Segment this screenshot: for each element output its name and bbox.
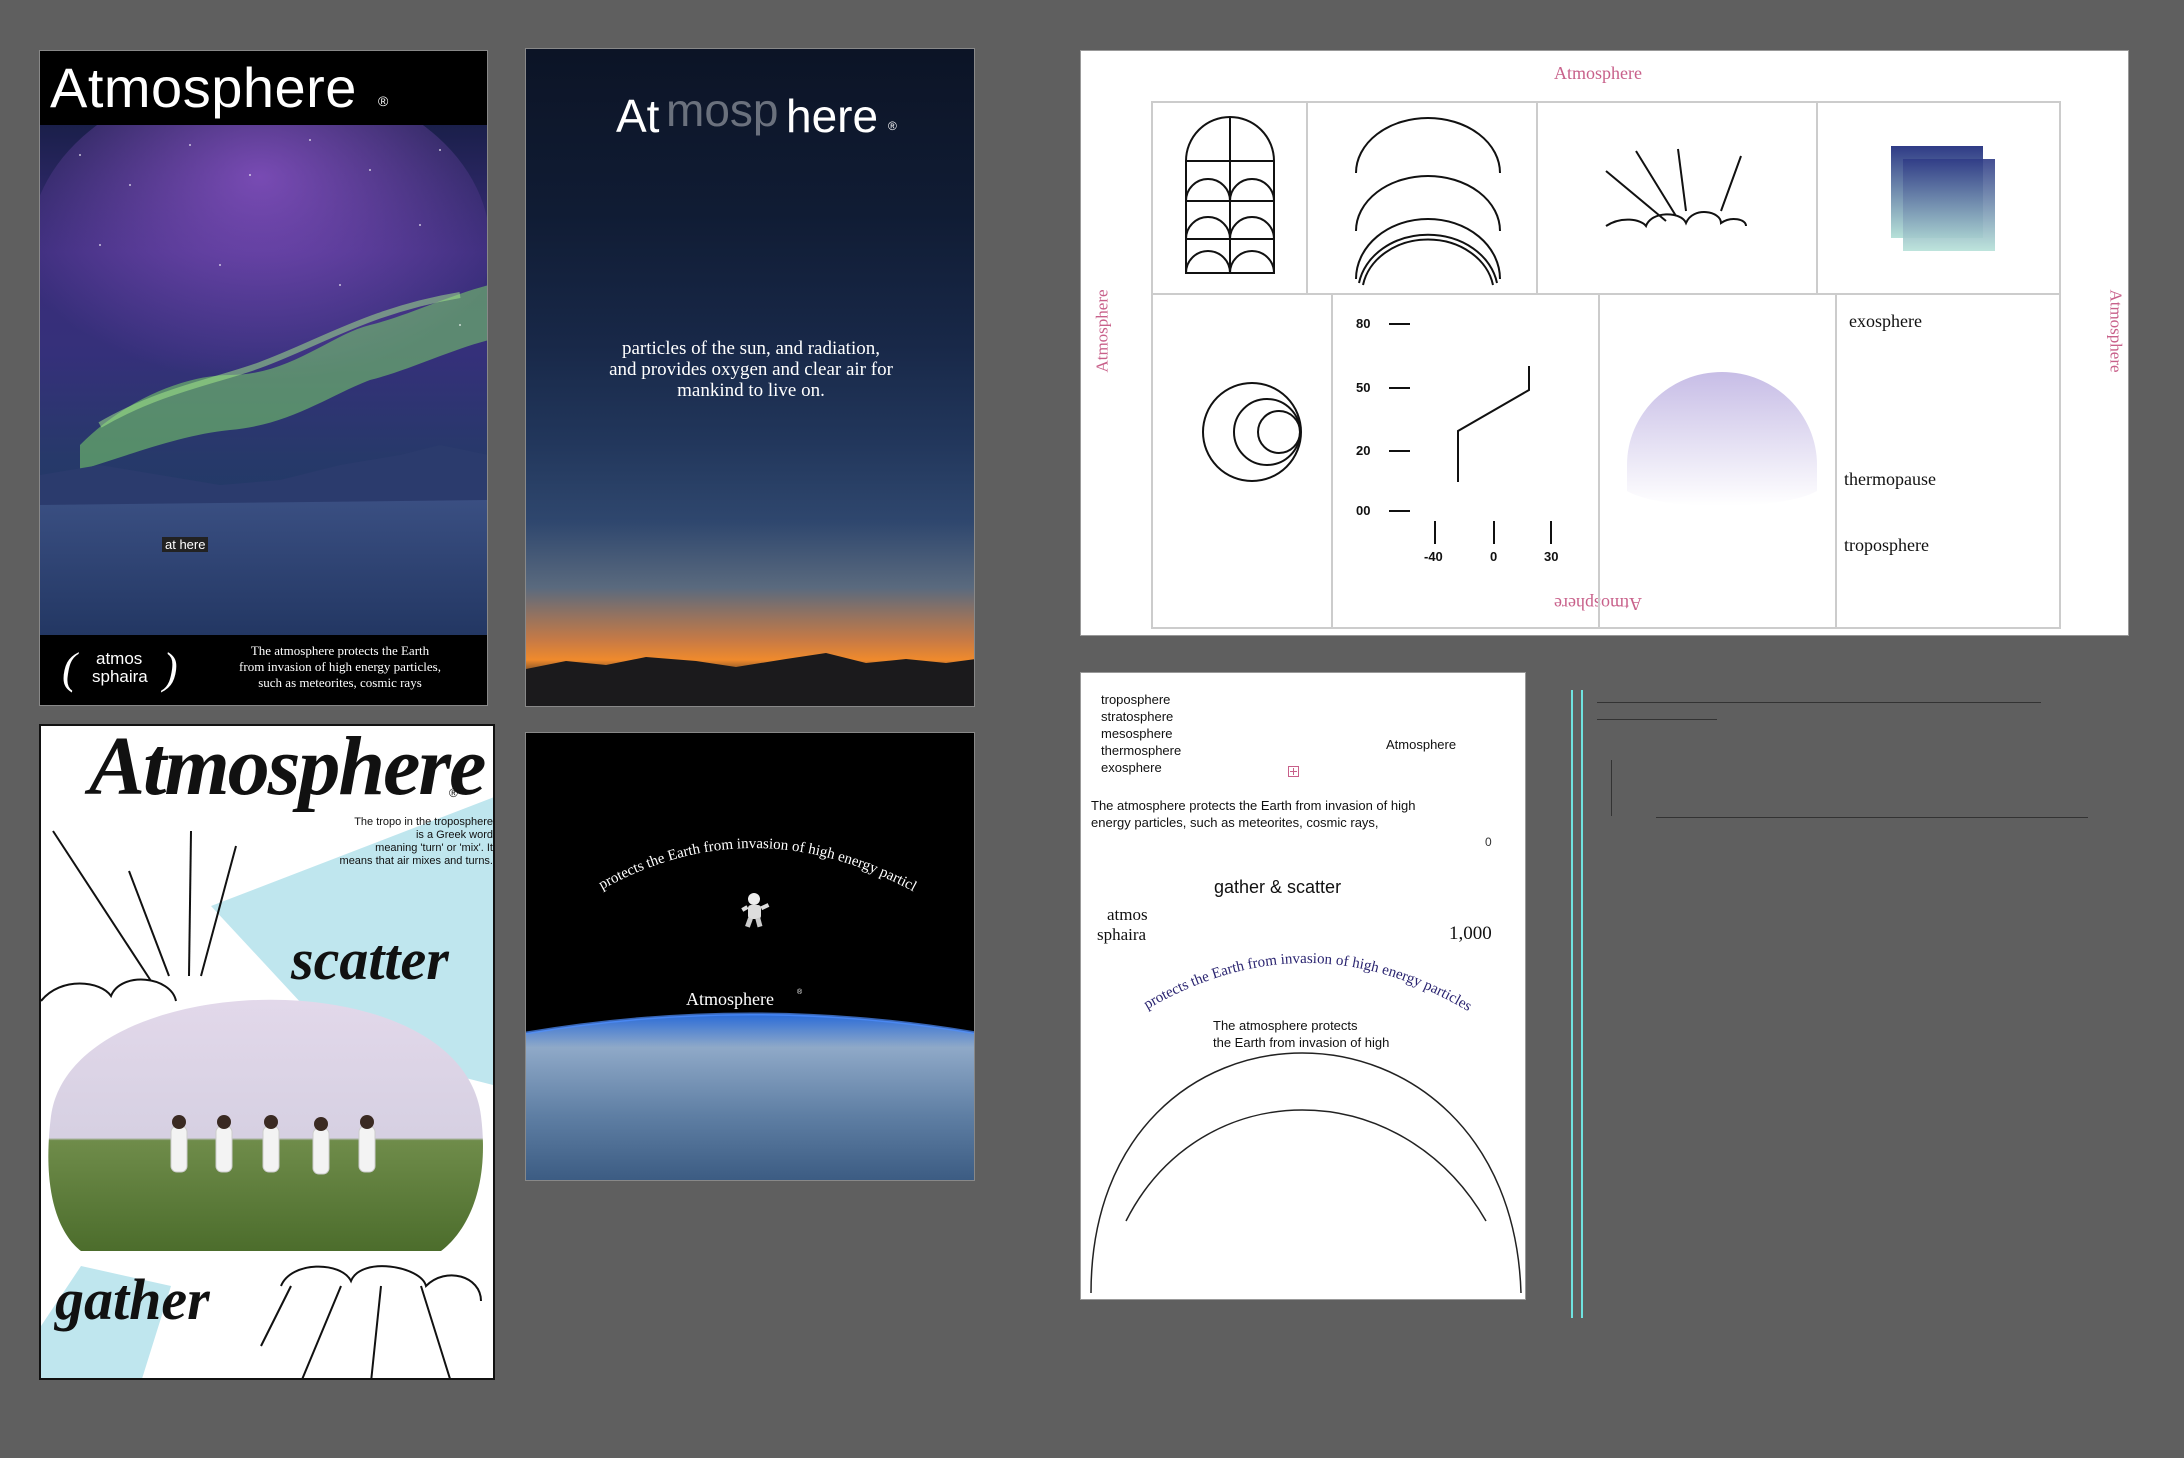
sunset-title-ghost: mosp <box>666 84 779 136</box>
body-line: such as meteorites, cosmic rays <box>258 675 422 690</box>
body-line: and provides oxygen and clear air for <box>609 359 893 380</box>
poster-space[interactable]: protects the Earth from invasion of high… <box>525 732 975 1181</box>
body-line: is a Greek word <box>415 829 493 841</box>
draft-graphics: protects the Earth from invasion of high… <box>1090 951 1522 1294</box>
sunset-body-text: particles of the sun, and radiation, and… <box>566 338 936 401</box>
poster-aurora-title: Atmosphere <box>50 56 357 119</box>
body-line: mankind to live on. <box>677 380 825 401</box>
gather-body-text: The tropo in the troposphere is a Greek … <box>271 816 493 868</box>
mountain-silhouette <box>526 653 974 706</box>
guide-line <box>1597 719 1717 720</box>
paren-close: ) <box>163 644 178 693</box>
registered-mark: ® <box>797 989 803 996</box>
sun-rays-cloud-icon <box>1605 148 1747 229</box>
canvas: { "colors": { "canvas_bg": "#5f5f5f", "p… <box>0 0 2184 1458</box>
guide-line <box>1597 702 2041 703</box>
sunset-title-here: here <box>786 90 879 142</box>
gather-word: gather <box>55 1267 210 1332</box>
registered-mark: ® <box>449 786 458 800</box>
layered-arcs-icon <box>1355 117 1501 286</box>
poster-aurora[interactable]: Atmosphere ® at here (atmos sphaira) T… <box>39 50 488 706</box>
icon-sheet-grid <box>1151 101 2061 629</box>
gather-poster-title: Atmosphere <box>89 724 486 813</box>
space-title: Atmosphere <box>686 989 774 1009</box>
body-line: The tropo in the troposphere <box>354 816 493 828</box>
space-arc-text: protects the Earth from invasion of high… <box>526 733 919 895</box>
aurora-illustration <box>40 125 487 635</box>
poster-aurora-header: Atmosphere ® <box>40 51 487 125</box>
altitude-chart-icon <box>1389 323 1552 544</box>
body-line: particles of the sun, and radiation, <box>621 338 880 359</box>
astronaut-icon <box>741 893 770 928</box>
body-line: The atmosphere protects <box>1213 1018 1358 1033</box>
layer-thermopause: thermopause <box>1844 469 1936 489</box>
aurora-body-text: The atmosphere protects the Earth from i… <box>200 643 480 691</box>
layer-exosphere: exosphere <box>1849 311 1922 331</box>
icon-sheet[interactable]: Atmosphere Atmosphere Atmosphere Atmosph… <box>1080 50 2129 636</box>
aurora-label: at here <box>162 537 209 552</box>
paren-open: ( <box>62 644 77 693</box>
layer-troposphere: troposphere <box>1844 535 1929 555</box>
body-line: means that air mixes and turns. <box>339 855 493 867</box>
draft-sheet[interactable]: troposphere stratosphere mesosphere ther… <box>1080 672 1526 1300</box>
arch-grid-icon <box>1185 116 1275 274</box>
poster-sunset[interactable]: At mosp here ® particles of the sun, and… <box>525 48 975 707</box>
gradient-dome-icon <box>1627 372 1817 506</box>
guide-line <box>1656 817 2088 818</box>
body-line: The atmosphere protects the Earth <box>250 643 430 658</box>
atmos-word: atmos <box>96 649 143 668</box>
poster-aurora-footer: ( atmos sphaira ) The atmosphere protect… <box>40 635 487 705</box>
registered-mark: ® <box>378 93 389 109</box>
body-line: meaning 'turn' or 'mix'. It <box>375 842 493 854</box>
aurora-photo: at here <box>40 125 487 635</box>
body-line: the Earth from invasion of high <box>1213 1035 1390 1050</box>
body-line: from invasion of high energy particles, <box>239 659 441 674</box>
nested-circles-icon <box>1202 382 1302 482</box>
registered-mark: ® <box>888 119 897 133</box>
sunset-title-at: At <box>616 90 660 142</box>
sphaira-word: sphaira <box>92 667 148 686</box>
scatter-word: scatter <box>291 927 449 992</box>
guide-line-cyan[interactable] <box>1571 690 1573 1318</box>
space-graphics: protects the Earth from invasion of high… <box>526 733 974 1180</box>
poster-gather[interactable]: Atmosphere ® The tropo in the tropospher… <box>39 724 495 1380</box>
guide-line <box>1611 760 1612 816</box>
gradient-squares-icon <box>1891 146 1995 251</box>
draft-arc-text: protects the Earth from invasion of high… <box>1141 951 1474 1015</box>
draft-body2-text: The atmosphere protects the Earth from i… <box>1213 1017 1389 1051</box>
guide-line-cyan[interactable] <box>1581 690 1583 1318</box>
